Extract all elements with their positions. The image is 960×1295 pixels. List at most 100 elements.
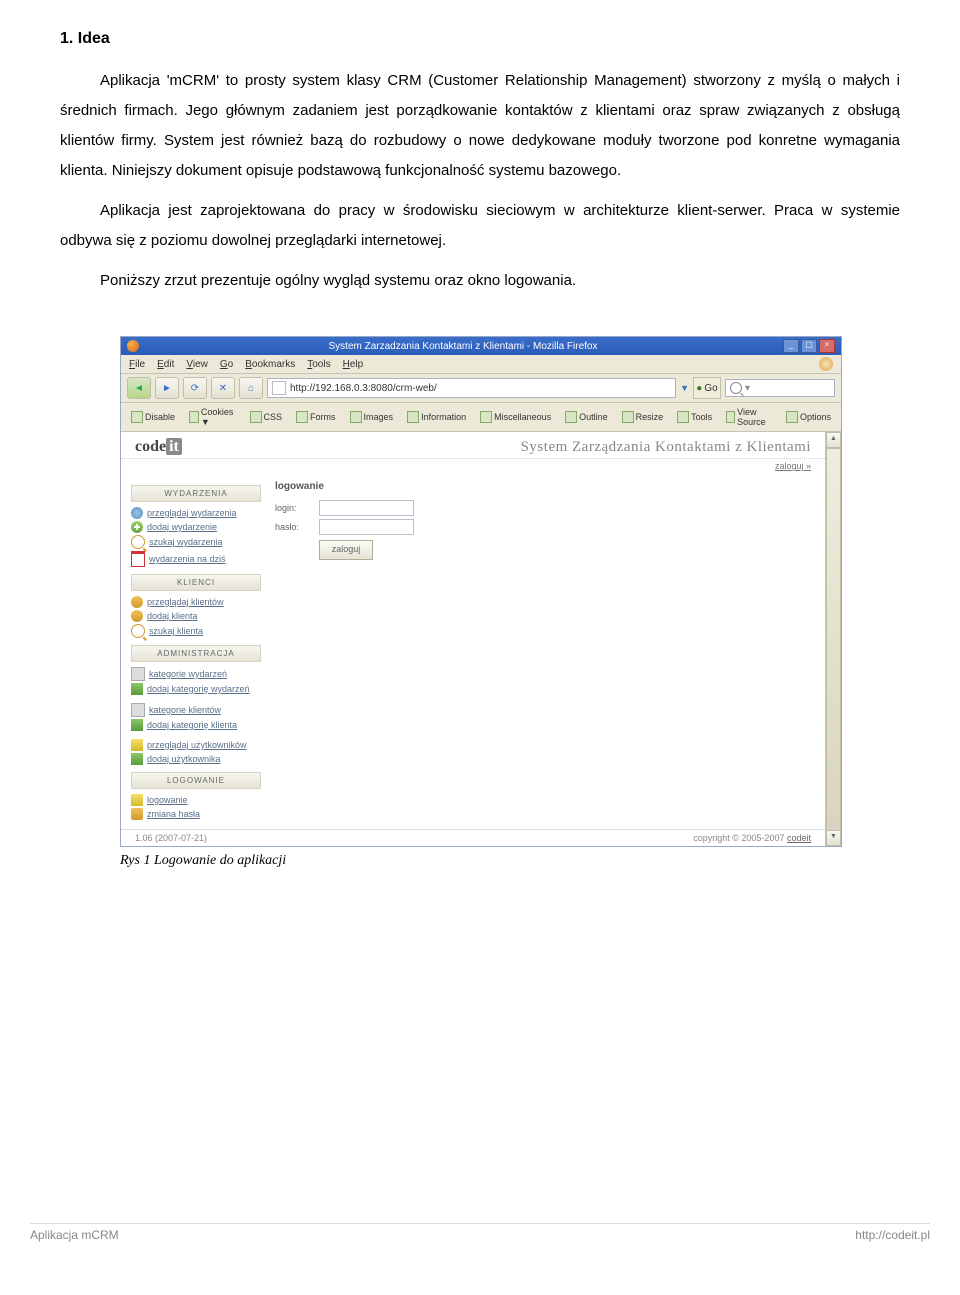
go-button[interactable]: ●Go — [693, 377, 721, 399]
side-head-logowanie: LOGOWANIE — [131, 772, 261, 789]
wd-resize[interactable]: Resize — [618, 409, 668, 425]
sidebar-item-dodaj-kategorie-wydarzen[interactable]: dodaj kategorię wydarzeń — [131, 682, 261, 696]
wd-misc[interactable]: Miscellaneous — [476, 409, 555, 425]
menubar: File Edit View Go Bookmarks Tools Help — [121, 355, 841, 374]
sidebar-item-przegladaj-wydarzenia[interactable]: przeglądaj wydarzenia — [131, 506, 261, 520]
menu-file[interactable]: File — [129, 359, 145, 370]
sidebar-item-dodaj-klienta[interactable]: dodaj klienta — [131, 609, 261, 623]
users-icon — [131, 610, 143, 622]
firefox-icon — [127, 340, 139, 352]
screenshot: System Zarzadzania Kontaktami z Klientam… — [120, 336, 842, 847]
codeit-link[interactable]: codeit — [787, 833, 811, 843]
sidebar-item-kategorie-klientow[interactable]: kategorie klientów — [131, 702, 261, 718]
user-icon — [131, 739, 143, 751]
wd-images[interactable]: Images — [346, 409, 398, 425]
webdev-toolbar: Disable Cookies ▼ CSS Forms Images Infor… — [121, 403, 841, 432]
wd-information[interactable]: Information — [403, 409, 470, 425]
main-pane: logowanie login: hasło: zaloguj — [261, 475, 825, 829]
paragraph-2: Aplikacja jest zaprojektowana do pracy w… — [60, 196, 900, 256]
search-box[interactable]: ▾ — [725, 379, 835, 397]
window-titlebar: System Zarzadzania Kontaktami z Klientam… — [121, 337, 841, 355]
sidebar-item-wydarzenia-dzis[interactable]: wydarzenia na dziś — [131, 550, 261, 568]
scroll-up-button[interactable]: ▲ — [826, 432, 841, 448]
sidebar-item-przegladaj-klientow[interactable]: przeglądaj klientów — [131, 595, 261, 609]
search-icon — [730, 382, 742, 394]
login-input[interactable] — [319, 500, 414, 516]
window-title: System Zarzadzania Kontaktami z Klientam… — [143, 341, 783, 352]
category-icon — [131, 667, 145, 681]
wd-cookies[interactable]: Cookies ▼ — [185, 405, 240, 429]
stop-button[interactable]: ✕ — [211, 377, 235, 399]
url-bar[interactable]: http://192.168.0.3:8080/crm-web/ — [267, 378, 676, 398]
haslo-label: hasło: — [275, 522, 313, 532]
eye-icon — [131, 507, 143, 519]
menu-go[interactable]: Go — [220, 359, 233, 370]
scrollbar[interactable]: ▲ ▼ — [825, 432, 841, 846]
login-link-top[interactable]: zaloguj » — [121, 459, 825, 475]
login-icon — [131, 794, 143, 806]
menu-edit[interactable]: Edit — [157, 359, 174, 370]
side-head-wydarzenia: WYDARZENIA — [131, 485, 261, 502]
paragraph-1: Aplikacja 'mCRM' to prosty system klasy … — [60, 66, 900, 186]
login-label: login: — [275, 503, 313, 513]
key-icon — [131, 808, 143, 820]
menu-bookmarks[interactable]: Bookmarks — [245, 359, 295, 370]
leaf-icon — [131, 683, 143, 695]
scroll-down-button[interactable]: ▼ — [826, 830, 841, 846]
footer-right: http://codeit.pl — [855, 1228, 930, 1242]
sidebar-item-szukaj-klienta[interactable]: szukaj klienta — [131, 623, 261, 639]
search-icon — [131, 624, 145, 638]
page-icon — [272, 381, 286, 395]
menu-help[interactable]: Help — [343, 359, 364, 370]
leaf-icon — [131, 753, 143, 765]
wd-tools[interactable]: Tools — [673, 409, 716, 425]
paragraph-3: Poniższy zrzut prezentuje ogólny wygląd … — [60, 266, 900, 296]
back-button[interactable]: ◄ — [127, 377, 151, 399]
brand-slogan: System Zarządzania Kontaktami z Klientam… — [182, 439, 811, 456]
version-text: 1.06 (2007-07-21) — [135, 833, 207, 843]
users-icon — [131, 596, 143, 608]
forward-button[interactable]: ► — [155, 377, 179, 399]
wd-outline[interactable]: Outline — [561, 409, 612, 425]
menu-tools[interactable]: Tools — [307, 359, 330, 370]
home-button[interactable]: ⌂ — [239, 377, 263, 399]
sidebar-item-przegladaj-uzytkownikow[interactable]: przeglądaj użytkowników — [131, 738, 261, 752]
search-icon — [131, 535, 145, 549]
statusbar: 1.06 (2007-07-21) copyright © 2005-2007 … — [121, 829, 825, 846]
footer-left: Aplikacja mCRM — [30, 1228, 119, 1242]
wd-disable[interactable]: Disable — [127, 409, 179, 425]
sidebar-item-szukaj-wydarzenia[interactable]: szukaj wydarzenia — [131, 534, 261, 550]
sidebar-item-dodaj-kategorie-klienta[interactable]: dodaj kategorię klienta — [131, 718, 261, 732]
haslo-input[interactable] — [319, 519, 414, 535]
sidebar-item-kategorie-wydarzen[interactable]: kategorie wydarzeń — [131, 666, 261, 682]
side-head-klienci: KLIENCI — [131, 574, 261, 591]
wd-options[interactable]: Options — [782, 409, 835, 425]
dropdown-icon[interactable]: ▼ — [680, 383, 689, 393]
zaloguj-button[interactable]: zaloguj — [319, 540, 373, 560]
throbber-icon — [819, 357, 833, 371]
wd-viewsource[interactable]: View Source — [722, 405, 776, 429]
menu-view[interactable]: View — [186, 359, 208, 370]
nav-toolbar: ◄ ► ⟳ ✕ ⌂ http://192.168.0.3:8080/crm-we… — [121, 374, 841, 403]
plus-icon — [131, 521, 143, 533]
sidebar-item-dodaj-wydarzenie[interactable]: dodaj wydarzenie — [131, 520, 261, 534]
url-text: http://192.168.0.3:8080/crm-web/ — [290, 383, 437, 394]
panel-title: logowanie — [275, 481, 811, 492]
scroll-thumb[interactable] — [826, 448, 841, 832]
sidebar-item-logowanie[interactable]: logowanie — [131, 793, 261, 807]
calendar-icon — [131, 551, 145, 567]
section-heading: 1. Idea — [60, 30, 900, 48]
leaf-icon — [131, 719, 143, 731]
wd-forms[interactable]: Forms — [292, 409, 340, 425]
wd-css[interactable]: CSS — [246, 409, 287, 425]
sidebar-item-zmiana-hasla[interactable]: zmiana hasła — [131, 807, 261, 821]
close-button[interactable]: × — [819, 339, 835, 353]
side-head-admin: ADMINISTRACJA — [131, 645, 261, 662]
reload-button[interactable]: ⟳ — [183, 377, 207, 399]
minimize-button[interactable]: _ — [783, 339, 799, 353]
copyright-text: copyright © 2005-2007 codeit — [693, 833, 811, 843]
maximize-button[interactable]: ▢ — [801, 339, 817, 353]
figure-caption: Rys 1 Logowanie do aplikacji — [120, 853, 900, 869]
brand-logo: codeit — [135, 438, 182, 456]
sidebar-item-dodaj-uzytkownika[interactable]: dodaj użytkownika — [131, 752, 261, 766]
